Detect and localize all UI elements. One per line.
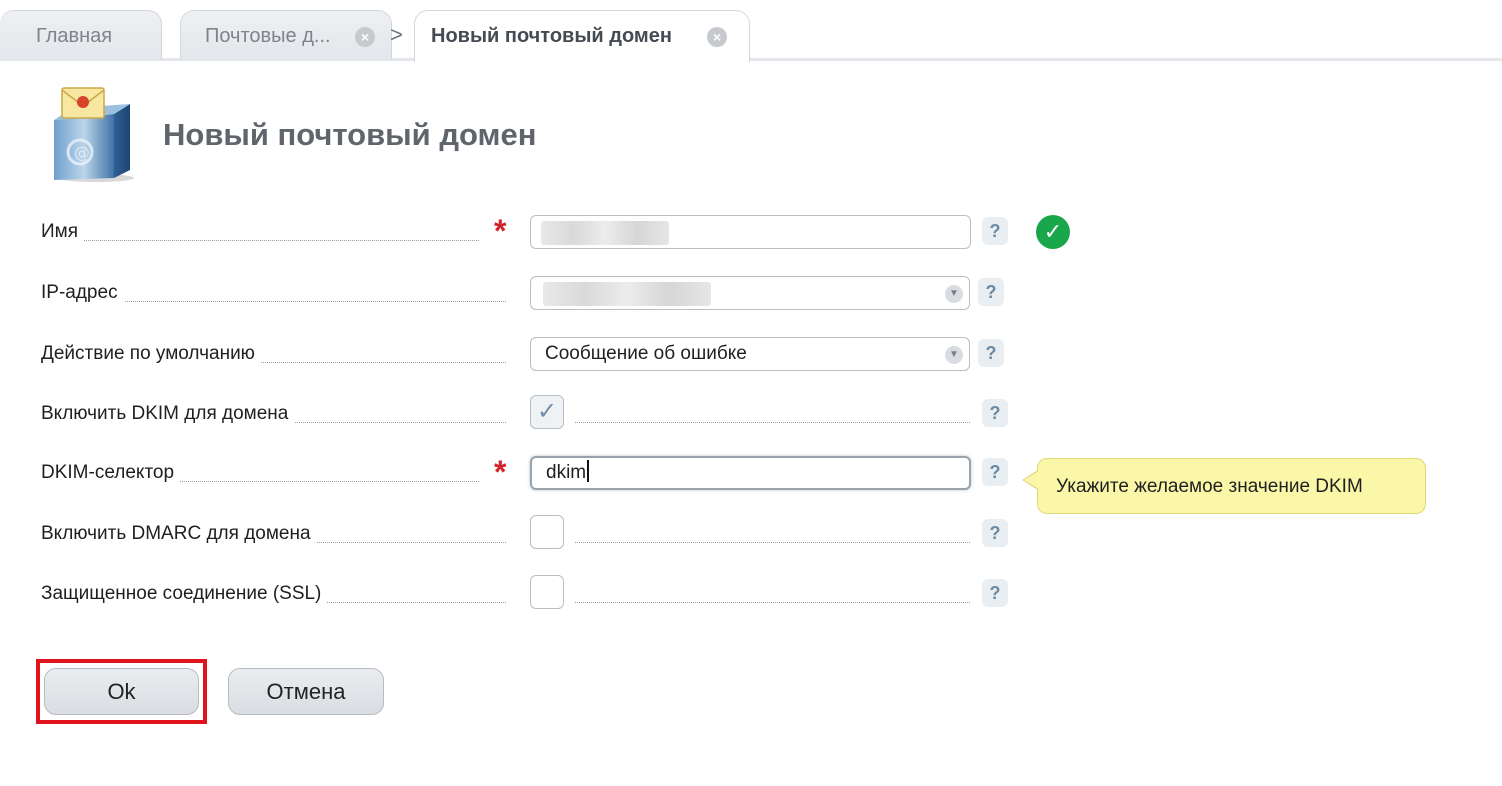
- tab-home[interactable]: Главная: [0, 10, 162, 60]
- default-action-label: Действие по умолчанию: [41, 343, 261, 365]
- ssl-label: Защищенное соединение (SSL): [41, 583, 328, 605]
- tab-new-mail-domain-close-icon[interactable]: ×: [707, 27, 727, 47]
- help-icon[interactable]: ?: [982, 519, 1008, 547]
- tab-home-label: Главная: [36, 25, 113, 47]
- help-icon[interactable]: ?: [982, 579, 1008, 607]
- svg-text:@: @: [74, 143, 90, 162]
- obscured-value: [541, 221, 669, 245]
- form-row-name: Имя * ? ✓: [0, 213, 1502, 255]
- ip-address-select[interactable]: ▼: [530, 276, 970, 310]
- dkim-selector-label: DKIM-селектор: [41, 462, 181, 484]
- chevron-down-icon: ▼: [945, 346, 963, 364]
- text-cursor: [587, 460, 590, 482]
- default-action-select[interactable]: Сообщение об ошибке ▼: [530, 337, 970, 371]
- help-icon[interactable]: ?: [982, 217, 1008, 245]
- tooltip-pointer-fill: [1024, 471, 1039, 489]
- enable-dmarc-label: Включить DMARC для домена: [41, 523, 317, 545]
- obscured-value: [543, 282, 711, 306]
- valid-check-icon: ✓: [1036, 215, 1070, 249]
- help-icon[interactable]: ?: [982, 399, 1008, 427]
- form-row-default-action: Действие по умолчанию Сообщение об ошибк…: [0, 337, 1502, 377]
- ssl-checkbox[interactable]: [530, 575, 564, 609]
- enable-dkim-checkbox[interactable]: ✓: [530, 395, 564, 429]
- label-leader-dots: [575, 541, 970, 543]
- tab-new-mail-domain[interactable]: Новый почтовый домен ×: [414, 10, 750, 62]
- help-icon[interactable]: ?: [978, 339, 1004, 367]
- ok-button[interactable]: Ok: [44, 668, 199, 715]
- form-row-ip: IP-адрес ▼ ?: [0, 276, 1502, 316]
- breadcrumb-separator-icon: >: [390, 22, 403, 47]
- form-row-ssl: Защищенное соединение (SSL) ?: [0, 575, 1502, 617]
- label-leader-dots: [575, 421, 970, 423]
- label-leader-dots: [41, 239, 479, 241]
- page-title: Новый почтовый домен: [163, 117, 537, 152]
- ip-address-label: IP-адрес: [41, 282, 124, 304]
- default-action-value: Сообщение об ошибке: [545, 343, 747, 364]
- enable-dmarc-checkbox[interactable]: [530, 515, 564, 549]
- dkim-selector-value: dkim: [546, 462, 587, 483]
- tab-mail-domains-close-icon[interactable]: ×: [355, 27, 375, 47]
- tab-new-mail-domain-label: Новый почтовый домен: [431, 25, 672, 47]
- required-marker: *: [494, 213, 507, 249]
- dkim-tooltip: Укажите желаемое значение DKIM: [1037, 458, 1426, 514]
- required-marker: *: [494, 454, 507, 490]
- chevron-down-icon: ▼: [945, 285, 963, 303]
- dkim-selector-input[interactable]: dkim: [530, 456, 971, 490]
- tab-mail-domains-label: Почтовые д...: [205, 25, 331, 47]
- form-row-enable-dkim: Включить DKIM для домена ✓ ?: [0, 395, 1502, 437]
- name-label: Имя: [41, 221, 85, 243]
- form-row-enable-dmarc: Включить DMARC для домена ?: [0, 515, 1502, 557]
- label-leader-dots: [575, 601, 970, 603]
- tab-bar: Главная Почтовые д... × > Новый почтовый…: [0, 0, 1502, 62]
- help-icon[interactable]: ?: [982, 458, 1008, 486]
- tab-mail-domains[interactable]: Почтовые д... ×: [180, 10, 392, 60]
- help-icon[interactable]: ?: [978, 278, 1004, 306]
- name-input[interactable]: [530, 215, 971, 249]
- cancel-button[interactable]: Отмена: [228, 668, 384, 715]
- mail-domain-icon: @: [48, 86, 140, 182]
- enable-dkim-label: Включить DKIM для домена: [41, 403, 295, 425]
